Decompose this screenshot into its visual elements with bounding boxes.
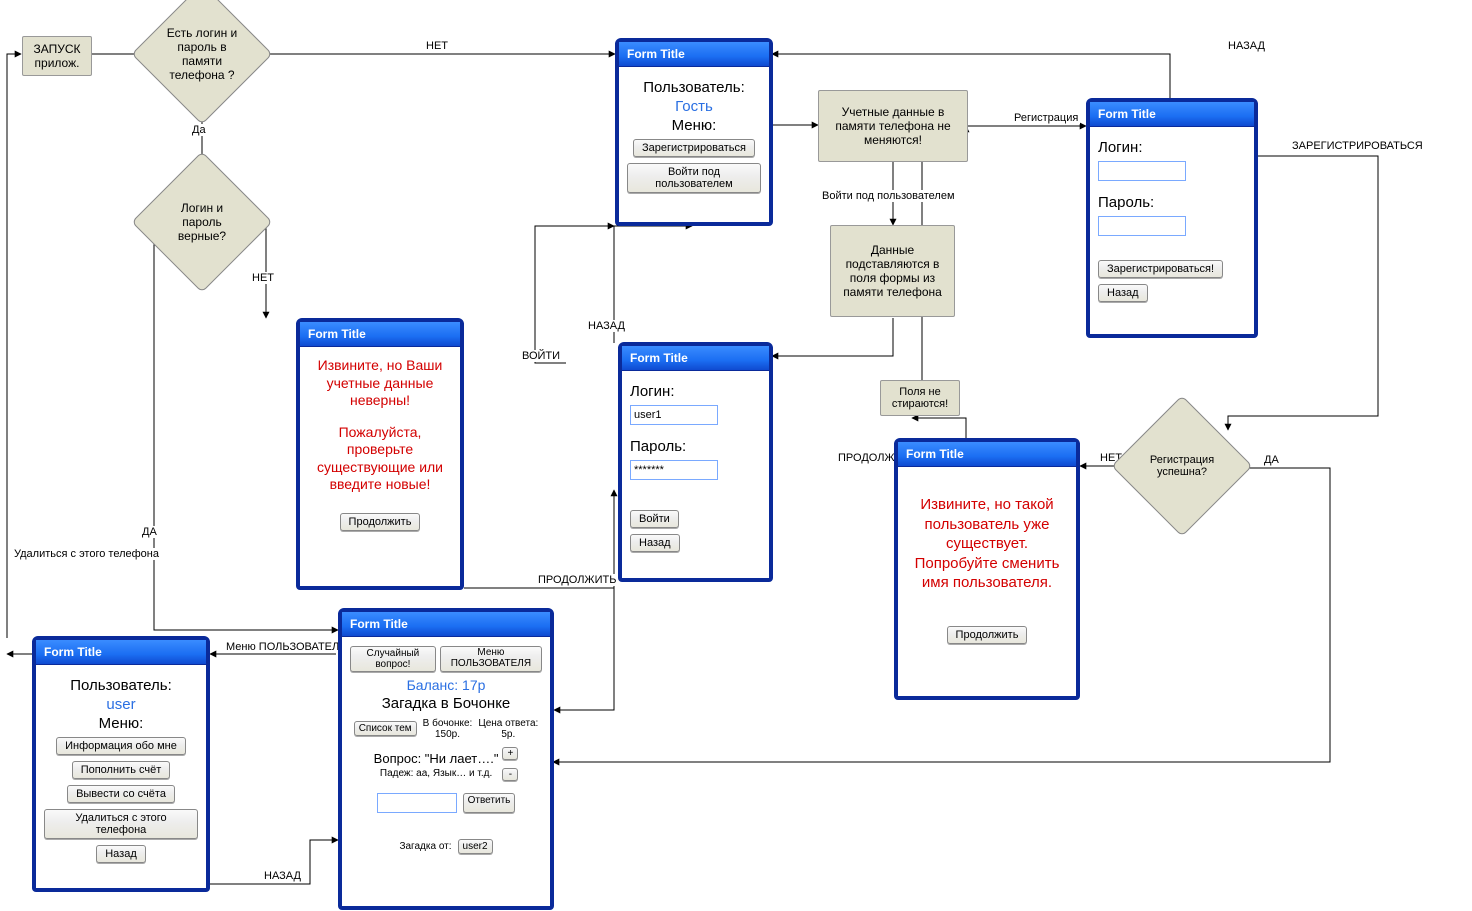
error-line-1: Извините, но Ваши учетные данные неверны… [308, 357, 452, 410]
question: Вопрос: "Ни лает…." [374, 751, 499, 766]
edge-back-3: НАЗАД [262, 870, 303, 882]
form-login: Form Title Логин: Пароль: Войти Назад [618, 342, 773, 582]
do-register-button[interactable]: Зарегистрироваться! [1098, 260, 1223, 278]
continue-button[interactable]: Продолжить [340, 513, 421, 531]
edge-registration: Регистрация [1012, 112, 1080, 124]
password-label: Пароль: [630, 438, 761, 455]
password-input[interactable] [1098, 216, 1186, 236]
author-label: Загадка от: [399, 841, 451, 852]
answer-input[interactable] [377, 793, 457, 813]
edge-enter: ВОЙТИ [520, 350, 562, 362]
form-register: Form Title Логин: Пароль: Зарегистрирова… [1086, 98, 1258, 338]
edge-register-cap: ЗАРЕГИСТРИРОВАТЬСЯ [1290, 140, 1425, 152]
minus-button[interactable]: - [502, 768, 518, 781]
edge-delete-phone: Удалиться с этого телефона [12, 548, 161, 560]
menu-label: Меню: [627, 117, 761, 134]
flowchart-canvas: НЕТ Да НЕТ ДА НАЗАД ВОЙТИ ПРОДОЛЖИТЬ Рег… [0, 0, 1472, 911]
start-box: ЗАПУСК прилож. [22, 36, 92, 76]
form-title: Form Title [898, 442, 1076, 467]
balance: Баланс: 17р [350, 677, 542, 693]
author-button[interactable]: user2 [458, 839, 493, 854]
login-label: Логин: [630, 383, 761, 400]
hints: Падеж: аа, Язык… и т.д. [374, 768, 499, 779]
info-button[interactable]: Информация обо мне [56, 737, 186, 755]
edge-no-2: НЕТ [250, 272, 276, 284]
user-label: Пользователь: [627, 79, 761, 96]
edge-continue-1: ПРОДОЛЖИТЬ [536, 574, 618, 586]
form-title: Form Title [300, 322, 460, 347]
form-title: Form Title [622, 346, 769, 371]
user-label: Пользователь: [44, 677, 198, 694]
form-title: Form Title [1090, 102, 1254, 127]
edge-yes-2: ДА [140, 526, 159, 538]
form-game: Form Title Случайный вопрос! Меню ПОЛЬЗО… [338, 608, 554, 910]
form-title: Form Title [342, 612, 550, 637]
edge-no-1: НЕТ [424, 40, 450, 52]
note-fill-from-memory: Данные подставляются в поля формы из пам… [830, 225, 955, 317]
edge-reg-yes: ДА [1262, 454, 1281, 466]
login-input[interactable] [630, 405, 718, 425]
barrel-block: В бочонке:150р. [423, 718, 473, 740]
note-fields-keep: Поля не стираются! [880, 380, 960, 416]
price-block: Цена ответа:5р. [478, 718, 538, 740]
login-button[interactable]: Войти [630, 510, 679, 528]
withdraw-button[interactable]: Вывести со счёта [67, 785, 175, 803]
edge-yes-1: Да [190, 124, 208, 136]
edge-user-menu: Меню ПОЛЬЗОВАТЕЛЯ [224, 641, 349, 653]
login-as-button[interactable]: Войти под пользователем [627, 163, 761, 193]
login-input[interactable] [1098, 161, 1186, 181]
user-menu-button[interactable]: Меню ПОЛЬЗОВАТЕЛЯ [440, 646, 542, 672]
back-button[interactable]: Назад [630, 534, 680, 552]
topics-button[interactable]: Список тем [354, 721, 417, 736]
edge-back-1: НАЗАД [586, 320, 627, 332]
password-input[interactable] [630, 460, 718, 480]
continue-button[interactable]: Продолжить [947, 626, 1028, 644]
random-question-button[interactable]: Случайный вопрос! [350, 646, 436, 672]
delete-button[interactable]: Удалиться с этого телефона [44, 809, 198, 839]
user-value: user [44, 696, 198, 713]
register-button[interactable]: Зарегистрироваться [633, 139, 755, 157]
note-credentials-kept: Учетные данные в памяти телефона не меня… [818, 90, 968, 162]
error-msg: Извините, но такой пользователь уже суще… [906, 495, 1068, 593]
plus-button[interactable]: + [502, 747, 518, 760]
form-bad-credentials: Form Title Извините, но Ваши учетные дан… [296, 318, 464, 590]
form-user-menu: Form Title Пользователь: user Меню: Инфо… [32, 636, 210, 892]
form-user-exists: Form Title Извините, но такой пользовате… [894, 438, 1080, 700]
password-label: Пароль: [1098, 194, 1246, 211]
game-title: Загадка в Бочонке [350, 695, 542, 712]
form-title: Form Title [619, 42, 769, 67]
error-line-2: Пожалуйста, проверьте существующие или в… [308, 424, 452, 494]
back-button[interactable]: Назад [1098, 284, 1148, 302]
form-title: Form Title [36, 640, 206, 665]
edge-login-as: Войти под пользователем [820, 190, 957, 202]
edge-back-2: НАЗАД [1226, 40, 1267, 52]
menu-label: Меню: [44, 715, 198, 732]
back-button[interactable]: Назад [96, 845, 146, 863]
answer-button[interactable]: Ответить [463, 793, 516, 813]
login-label: Логин: [1098, 139, 1246, 156]
user-value: Гость [627, 98, 761, 115]
form-guest-menu: Form Title Пользователь: Гость Меню: Зар… [615, 38, 773, 226]
topup-button[interactable]: Пополнить счёт [72, 761, 171, 779]
